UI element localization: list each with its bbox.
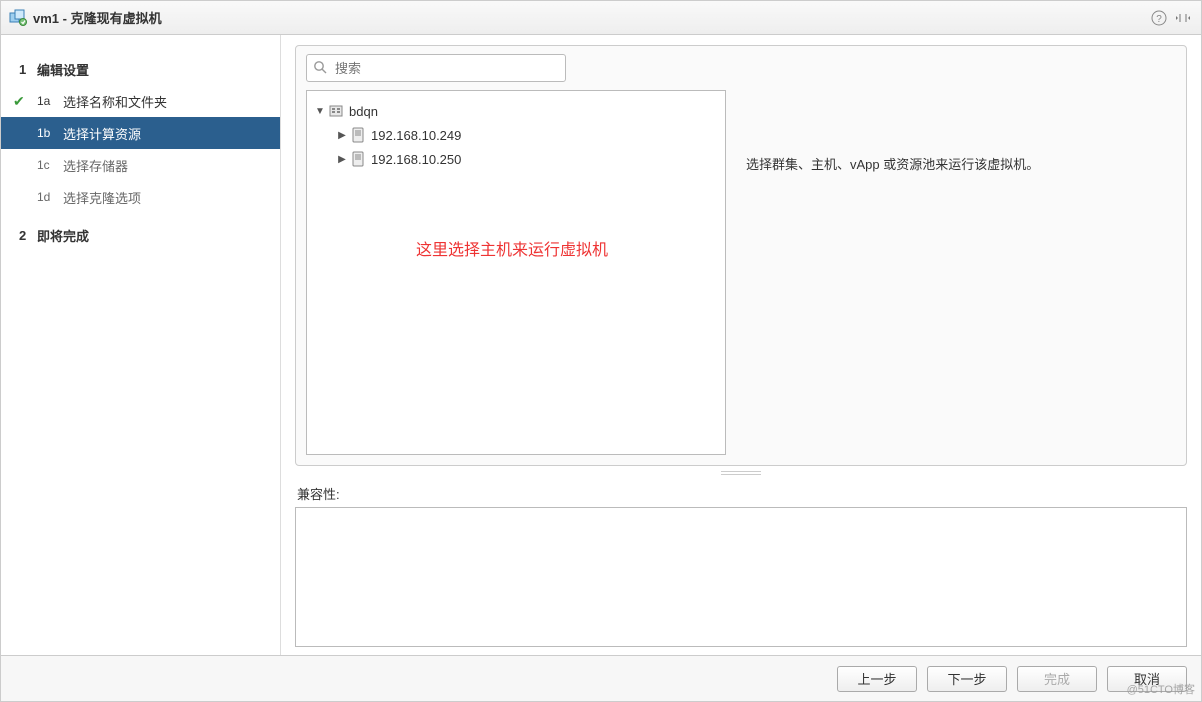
chevron-right-icon[interactable]: ▶ <box>335 130 349 141</box>
hint-text: 选择群集、主机、vApp 或资源池来运行该虚拟机。 <box>740 54 1176 455</box>
compatibility-box <box>295 507 1187 647</box>
tree-node-label: 192.168.10.249 <box>371 128 461 143</box>
host-icon <box>349 126 367 144</box>
datacenter-icon <box>327 102 345 120</box>
clone-vm-dialog: vm1 - 克隆现有虚拟机 ? 1 编辑设置 ✔ 1a 选择名称和文件夹 <box>0 0 1202 702</box>
tree-node-host[interactable]: ▶ 192.168.10.250 <box>313 147 719 171</box>
host-icon <box>349 150 367 168</box>
tree-node-label: bdqn <box>349 104 378 119</box>
wizard-step-1a[interactable]: ✔ 1a 选择名称和文件夹 <box>1 85 280 117</box>
checkmark-icon: ✔ <box>13 93 25 110</box>
wizard-step-1[interactable]: 1 编辑设置 <box>1 53 280 85</box>
chevron-right-icon[interactable]: ▶ <box>335 154 349 165</box>
search-input[interactable] <box>333 55 559 81</box>
tree-node-label: 192.168.10.250 <box>371 152 461 167</box>
wizard-step-1d[interactable]: 1d 选择克隆选项 <box>1 181 280 213</box>
help-icon[interactable]: ? <box>1149 8 1169 28</box>
splitter-handle[interactable] <box>295 466 1187 480</box>
dialog-body: 1 编辑设置 ✔ 1a 选择名称和文件夹 1b 选择计算资源 1c 选择存储器 … <box>1 35 1201 655</box>
search-box[interactable] <box>306 54 566 82</box>
expand-icon[interactable] <box>1173 8 1193 28</box>
wizard-sidebar: 1 编辑设置 ✔ 1a 选择名称和文件夹 1b 选择计算资源 1c 选择存储器 … <box>1 35 281 655</box>
dialog-title: vm1 - 克隆现有虚拟机 <box>33 8 1145 27</box>
back-button[interactable]: 上一步 <box>837 666 917 692</box>
compatibility-label: 兼容性: <box>297 484 1187 503</box>
wizard-footer: 上一步 下一步 完成 取消 @51CTO博客 <box>1 655 1201 701</box>
next-button[interactable]: 下一步 <box>927 666 1007 692</box>
tree-node-datacenter[interactable]: ▼ bdqn <box>313 99 719 123</box>
titlebar: vm1 - 克隆现有虚拟机 ? <box>1 1 1201 35</box>
resource-tree[interactable]: ▼ bdqn ▶ 192.168.10.249 <box>306 90 726 455</box>
tree-wrap: ▼ bdqn ▶ 192.168.10.249 <box>306 54 726 455</box>
wizard-step-1b[interactable]: 1b 选择计算资源 <box>1 117 280 149</box>
svg-text:?: ? <box>1156 14 1162 25</box>
hint-label: 选择群集、主机、vApp 或资源池来运行该虚拟机。 <box>746 154 1039 173</box>
resource-selection-panel: ▼ bdqn ▶ 192.168.10.249 <box>295 45 1187 466</box>
wizard-step-1c[interactable]: 1c 选择存储器 <box>1 149 280 181</box>
search-icon <box>313 60 329 76</box>
watermark: @51CTO博客 <box>1127 681 1195 697</box>
finish-button: 完成 <box>1017 666 1097 692</box>
tree-node-host[interactable]: ▶ 192.168.10.249 <box>313 123 719 147</box>
chevron-down-icon[interactable]: ▼ <box>313 106 327 117</box>
vm-clone-icon <box>9 9 27 27</box>
wizard-content: ▼ bdqn ▶ 192.168.10.249 <box>281 35 1201 655</box>
wizard-step-2[interactable]: 2 即将完成 <box>1 219 280 251</box>
